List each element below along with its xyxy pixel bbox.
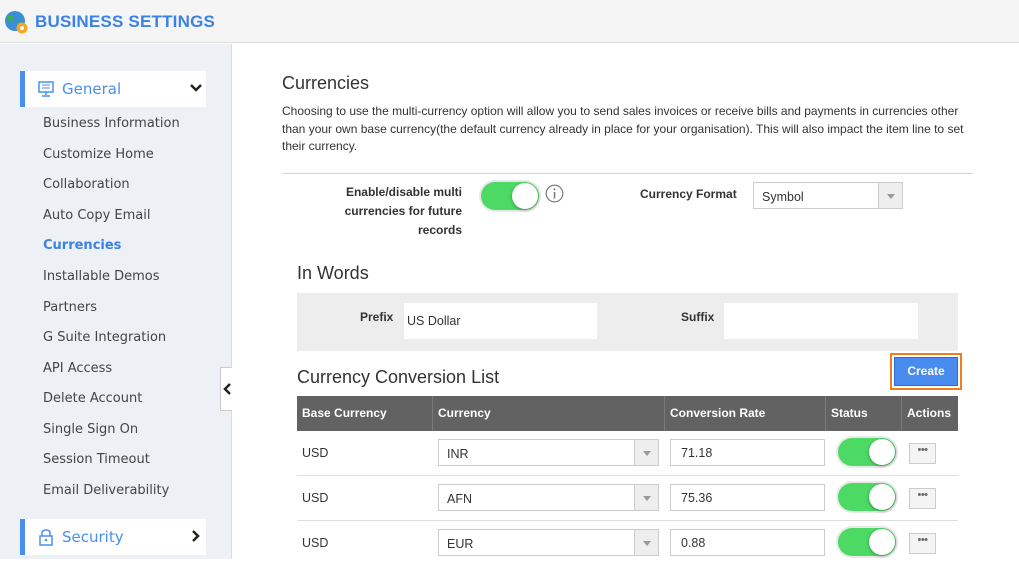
conversion-rate-input[interactable]: 71.18: [670, 439, 825, 466]
sidebar-item-customize-home[interactable]: Customize Home: [43, 147, 154, 162]
currency-value: AFN: [447, 492, 472, 506]
toggle-knob: [869, 529, 895, 555]
sidebar-item-email-deliverability[interactable]: Email Deliverability: [43, 483, 169, 498]
dropdown-caret-icon: [634, 530, 658, 555]
sidebar-group-security[interactable]: Security: [20, 519, 206, 555]
sidebar-group-label: Security: [62, 528, 124, 546]
create-button[interactable]: Create: [894, 357, 958, 386]
sidebar-collapse-button[interactable]: [220, 367, 232, 411]
status-toggle[interactable]: [838, 528, 896, 556]
prefix-input[interactable]: [404, 303, 597, 339]
more-actions-button[interactable]: •••: [909, 533, 936, 554]
status-toggle[interactable]: [838, 483, 896, 511]
sidebar-item-collaboration[interactable]: Collaboration: [43, 177, 130, 192]
toggle-knob: [869, 484, 895, 510]
sidebar-item-auto-copy-email[interactable]: Auto Copy Email: [43, 208, 151, 223]
sidebar-item-partners[interactable]: Partners: [43, 300, 97, 315]
page-description: Choosing to use the multi-currency optio…: [282, 104, 964, 153]
currency-select[interactable]: EUR: [438, 529, 659, 556]
multi-currency-toggle[interactable]: [481, 182, 539, 210]
toggle-knob: [512, 183, 538, 209]
page-title: Currencies: [282, 73, 370, 93]
currency-format-select[interactable]: Symbol: [753, 182, 903, 209]
currency-select[interactable]: INR: [438, 439, 659, 466]
divider: [282, 173, 973, 174]
column-header-actions: Actions: [907, 406, 952, 420]
sidebar-group-label: General: [62, 80, 122, 98]
app-title: BUSINESS SETTINGS: [35, 12, 216, 31]
sidebar-item-single-sign-on[interactable]: Single Sign On: [43, 422, 138, 437]
currency-value: INR: [447, 447, 469, 461]
conversion-list-title: Currency Conversion List: [297, 367, 500, 387]
top-bar: BUSINESS SETTINGS: [0, 0, 1019, 43]
table-row: USD AFN 75.36 •••: [297, 476, 958, 521]
sidebar-item-business-information[interactable]: Business Information: [43, 116, 180, 131]
sidebar-item-api-access[interactable]: API Access: [43, 361, 112, 376]
sidebar-item-g-suite-integration[interactable]: G Suite Integration: [43, 330, 166, 345]
sidebar-item-installable-demos[interactable]: Installable Demos: [43, 269, 160, 284]
sidebar-item-session-timeout[interactable]: Session Timeout: [43, 452, 150, 467]
table-header: Base Currency Currency Conversion Rate S…: [297, 396, 958, 431]
sidebar-item-delete-account[interactable]: Delete Account: [43, 391, 142, 406]
prefix-label: Prefix: [360, 310, 394, 324]
currency-value: EUR: [447, 537, 474, 551]
base-currency-cell: USD: [302, 491, 329, 505]
lock-icon: [39, 529, 53, 546]
table-row: USD EUR 0.88 •••: [297, 521, 958, 566]
column-header-status: Status: [826, 396, 902, 431]
more-actions-button[interactable]: •••: [909, 488, 936, 509]
sidebar-group-general[interactable]: General: [20, 71, 206, 107]
currency-format-label: Currency Format: [640, 187, 737, 201]
column-header-base-currency: Base Currency: [297, 396, 433, 431]
multi-currency-label: Enable/disable multi currencies for futu…: [344, 185, 462, 237]
in-words-title: In Words: [297, 263, 369, 283]
currency-format-value: Symbol: [762, 190, 804, 204]
column-header-conversion-rate: Conversion Rate: [665, 396, 826, 431]
chevron-left-icon: [223, 383, 231, 395]
base-currency-cell: USD: [302, 446, 329, 460]
chevron-down-icon: [190, 84, 202, 92]
base-currency-cell: USD: [302, 536, 329, 550]
conversion-rate-input[interactable]: 75.36: [670, 484, 825, 511]
create-button-highlight[interactable]: Create: [890, 353, 962, 390]
chevron-right-icon: [192, 530, 200, 542]
sidebar-item-currencies[interactable]: Currencies: [43, 238, 121, 253]
info-icon[interactable]: [545, 184, 564, 203]
dropdown-caret-icon: [878, 183, 902, 208]
more-actions-button[interactable]: •••: [909, 443, 936, 464]
toggle-knob: [869, 439, 895, 465]
table-row: USD INR 71.18 •••: [297, 431, 958, 476]
monitor-icon: [38, 81, 54, 97]
dropdown-caret-icon: [634, 485, 658, 510]
globe-gear-icon: [5, 11, 28, 34]
currency-select[interactable]: AFN: [438, 484, 659, 511]
status-toggle[interactable]: [838, 438, 896, 466]
column-header-currency: Currency: [433, 396, 665, 431]
suffix-label: Suffix: [681, 310, 715, 324]
dropdown-caret-icon: [634, 440, 658, 465]
suffix-input[interactable]: [724, 303, 918, 339]
conversion-rate-input[interactable]: 0.88: [670, 529, 825, 556]
